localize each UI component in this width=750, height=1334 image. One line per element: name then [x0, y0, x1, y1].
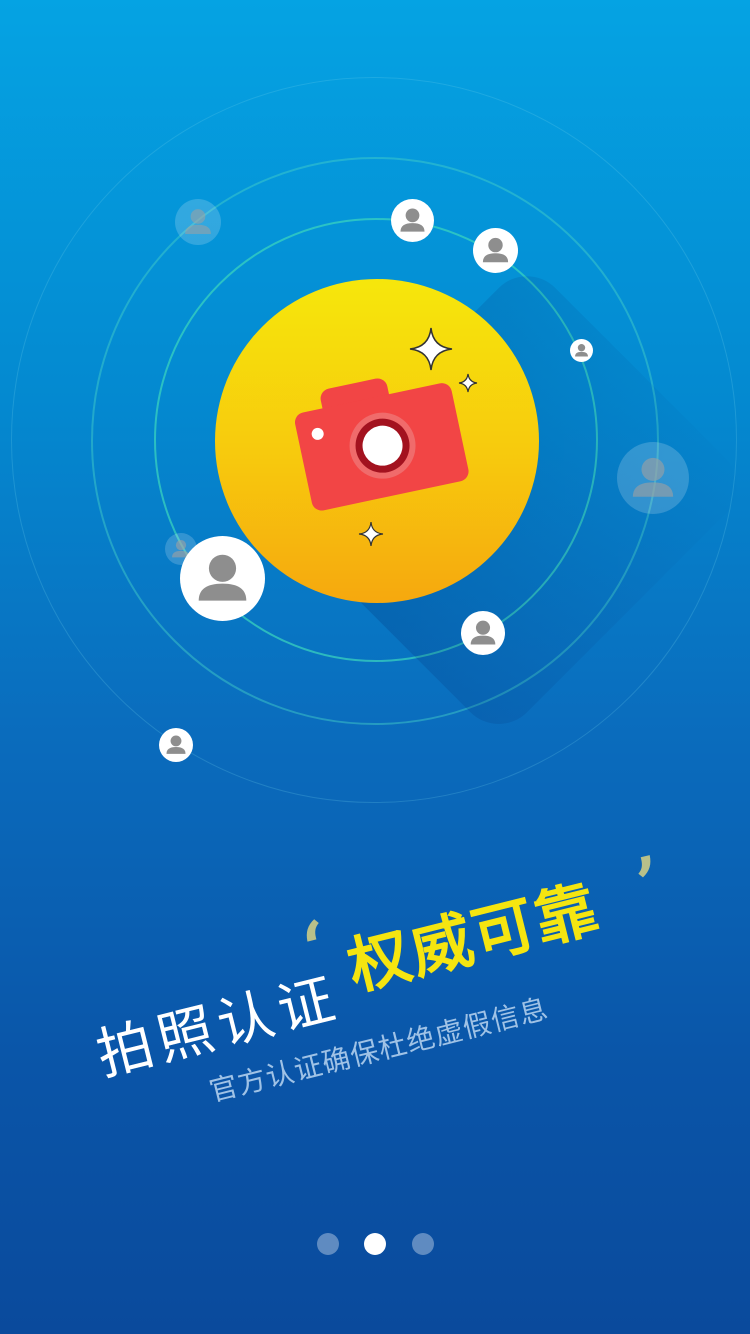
- quote-close: ’: [627, 839, 672, 926]
- sparkle-icon: [358, 521, 384, 547]
- user-avatar-icon: [617, 442, 689, 514]
- page-dot-1[interactable]: [317, 1233, 339, 1255]
- title-highlight: 权威可靠: [340, 871, 607, 1005]
- sparkle-icon: [458, 373, 478, 393]
- page-dot-3[interactable]: [412, 1233, 434, 1255]
- user-avatar-icon: [461, 611, 505, 655]
- user-avatar-icon: [159, 728, 193, 762]
- page-dot-2[interactable]: [364, 1233, 386, 1255]
- headline-group: 拍照认证 ‘ 权威可靠 ’ 官方认证确保杜绝虚假信息: [56, 773, 725, 1122]
- user-avatar-icon: [570, 339, 593, 362]
- onboarding-screen[interactable]: 拍照认证 ‘ 权威可靠 ’ 官方认证确保杜绝虚假信息: [0, 0, 750, 1334]
- user-avatar-icon: [473, 228, 518, 273]
- user-avatar-icon: [175, 199, 221, 245]
- page-indicator: [0, 1233, 750, 1255]
- sparkle-icon: [409, 327, 453, 371]
- user-avatar-icon: [180, 536, 265, 621]
- user-avatar-icon: [391, 199, 434, 242]
